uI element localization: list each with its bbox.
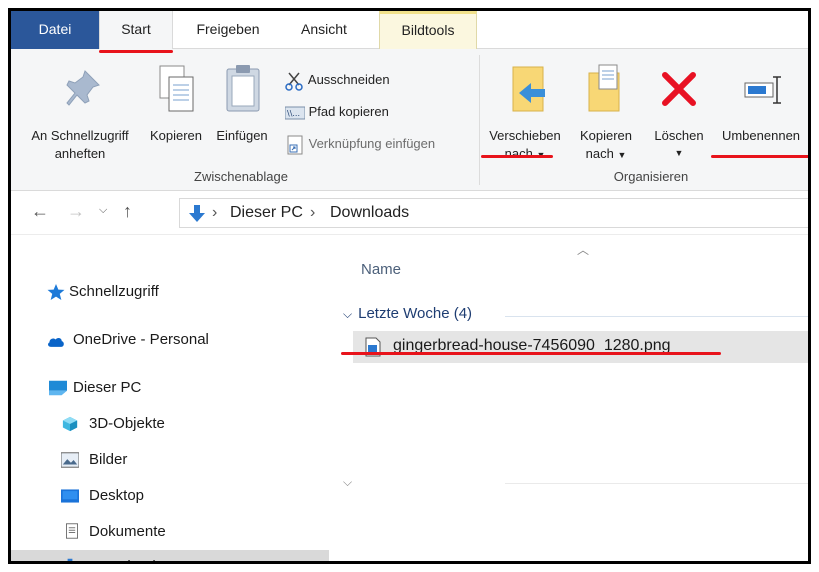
copy-path-button[interactable]: \\... Pfad kopieren [284, 101, 389, 123]
nav-item-this-pc[interactable]: Dieser PC [11, 371, 329, 405]
copy-label: Kopieren [149, 128, 203, 143]
pin-quick-access-button[interactable]: An Schnellzugriff anheften [15, 53, 145, 163]
nav-label: Dokumente [89, 523, 166, 540]
column-header-name[interactable]: Name [361, 261, 401, 278]
rename-icon [744, 76, 781, 104]
nav-label: Bilder [89, 451, 128, 468]
nav-label: Dieser PC [73, 379, 142, 396]
copy-button[interactable]: Kopieren [145, 53, 207, 163]
tab-start[interactable]: Start [99, 11, 173, 50]
annotation-underline [481, 155, 553, 158]
tab-bildtools[interactable]: Bildtools [379, 11, 477, 49]
file-row[interactable]: gingerbread-house-7456090_1280.png [353, 331, 808, 363]
breadcrumb-this-pc[interactable]: Dieser PC [230, 204, 303, 222]
delete-x-icon [662, 72, 696, 106]
tab-datei[interactable]: Datei [11, 11, 99, 49]
paste-shortcut-button[interactable]: Verknüpfung einfügen [285, 133, 435, 155]
document-icon [66, 523, 78, 539]
copyto-label-2: nach ▼ [571, 145, 641, 164]
copy-folder-icon [588, 64, 620, 112]
breadcrumb-separator-icon: › [310, 204, 316, 221]
move-label-1: Verschieben [489, 128, 561, 143]
recent-chevron-icon[interactable]: ⌵ [99, 204, 107, 217]
desktop-icon [61, 489, 79, 503]
delete-label: Löschen [654, 128, 704, 143]
group-collapse-icon: ⌵ [343, 475, 353, 489]
paste-shortcut-label: Verknüpfung einfügen [308, 136, 436, 151]
copyto-label-2-text: nach [585, 146, 614, 161]
rename-label: Umbenennen [721, 128, 801, 143]
copyto-label-1: Kopieren [579, 128, 633, 143]
nav-label: 3D-Objekte [89, 415, 165, 432]
shortcut-icon [287, 135, 303, 155]
group-divider-line [505, 316, 808, 317]
clipboard-icon [226, 65, 260, 112]
file-list-pane: ︿ Name ⌵ Letzte Woche (4) gingerbread-hou… [329, 235, 808, 561]
breadcrumb-downloads[interactable]: Downloads [330, 204, 409, 222]
annotation-underline [711, 155, 808, 158]
back-arrow-icon[interactable]: ← [31, 201, 49, 222]
download-arrow-icon [67, 558, 73, 561]
cut-label: Ausschneiden [307, 72, 390, 87]
nav-label: Schnellzugriff [69, 283, 159, 300]
cut-button[interactable]: Ausschneiden [285, 69, 390, 91]
star-icon [47, 284, 65, 300]
pin-label-2: anheften [54, 146, 106, 161]
delete-button[interactable]: Löschen ▼ [647, 53, 711, 165]
computer-icon [49, 380, 67, 396]
annotation-underline [341, 352, 721, 355]
group-divider [479, 55, 480, 185]
download-arrow-icon [189, 205, 205, 222]
annotation-underline [99, 50, 173, 53]
clipboard-group-label: Zwischenablage [194, 169, 288, 184]
pin-icon [66, 70, 100, 106]
move-to-button[interactable]: Verschieben nach ▼ [481, 53, 569, 165]
address-input[interactable]: › Dieser PC › Downloads [179, 198, 808, 228]
move-label-2-text: nach [504, 146, 533, 161]
pictures-icon [61, 452, 79, 468]
nav-item-quick-access[interactable]: Schnellzugriff [11, 275, 329, 309]
navigation-pane: Schnellzugriff OneDrive - Personal Diese… [11, 235, 329, 561]
nav-label: Downloads [89, 550, 163, 561]
scissors-icon [285, 72, 303, 91]
copy-path-label: Pfad kopieren [308, 104, 389, 119]
address-bar-row: ← → ⌵ ↑ › Dieser PC › Downloads [11, 191, 808, 235]
path-icon: \\... [284, 106, 306, 120]
nav-item-3d-objects[interactable]: 3D-Objekte [11, 407, 329, 441]
pin-label-1: An Schnellzugriff [31, 128, 129, 143]
svg-text:\\...: \\... [287, 109, 300, 118]
nav-label: OneDrive - Personal [73, 331, 209, 348]
breadcrumb-separator-icon: › [212, 204, 218, 221]
group-divider-line [505, 483, 808, 484]
paste-button[interactable]: Einfügen [207, 53, 277, 163]
cloud-icon [48, 337, 64, 347]
copy-to-button[interactable]: Kopieren nach ▼ [571, 53, 641, 165]
forward-arrow-icon[interactable]: → [67, 201, 85, 222]
ribbon-tab-bar: Datei Start Freigeben Ansicht Bildtools [11, 11, 808, 50]
nav-item-downloads[interactable]: Downloads [11, 550, 329, 561]
organize-group-label: Organisieren [613, 169, 689, 184]
copy-icon [159, 65, 194, 112]
paste-label: Einfügen [216, 128, 268, 143]
group-collapse-icon: ⌵ [343, 307, 353, 321]
dropdown-caret-icon: ▼ [617, 150, 627, 160]
nav-item-desktop[interactable]: Desktop [11, 479, 329, 513]
dropdown-caret-icon: ▼ [674, 148, 684, 158]
cube-icon [62, 416, 78, 432]
rename-button[interactable]: Umbenennen [711, 53, 808, 165]
sort-ascending-icon: ︿ [577, 243, 590, 257]
group-header-label: Letzte Woche (4) [358, 305, 473, 322]
group-header[interactable]: ⌵ Letzte Woche (4) [343, 305, 472, 322]
file-explorer-window: Datei Start Freigeben Ansicht Bildtools … [8, 8, 811, 564]
nav-item-pictures[interactable]: Bilder [11, 443, 329, 477]
move-folder-icon [512, 66, 545, 112]
nav-item-documents[interactable]: Dokumente [11, 515, 329, 549]
tab-freigeben[interactable]: Freigeben [183, 11, 273, 49]
up-arrow-icon[interactable]: ↑ [123, 201, 132, 222]
tab-ansicht[interactable]: Ansicht [289, 11, 359, 49]
nav-label: Desktop [89, 487, 145, 504]
nav-item-onedrive[interactable]: OneDrive - Personal [11, 323, 329, 357]
ribbon-panel: An Schnellzugriff anheften Kopieren Einf… [11, 49, 808, 191]
